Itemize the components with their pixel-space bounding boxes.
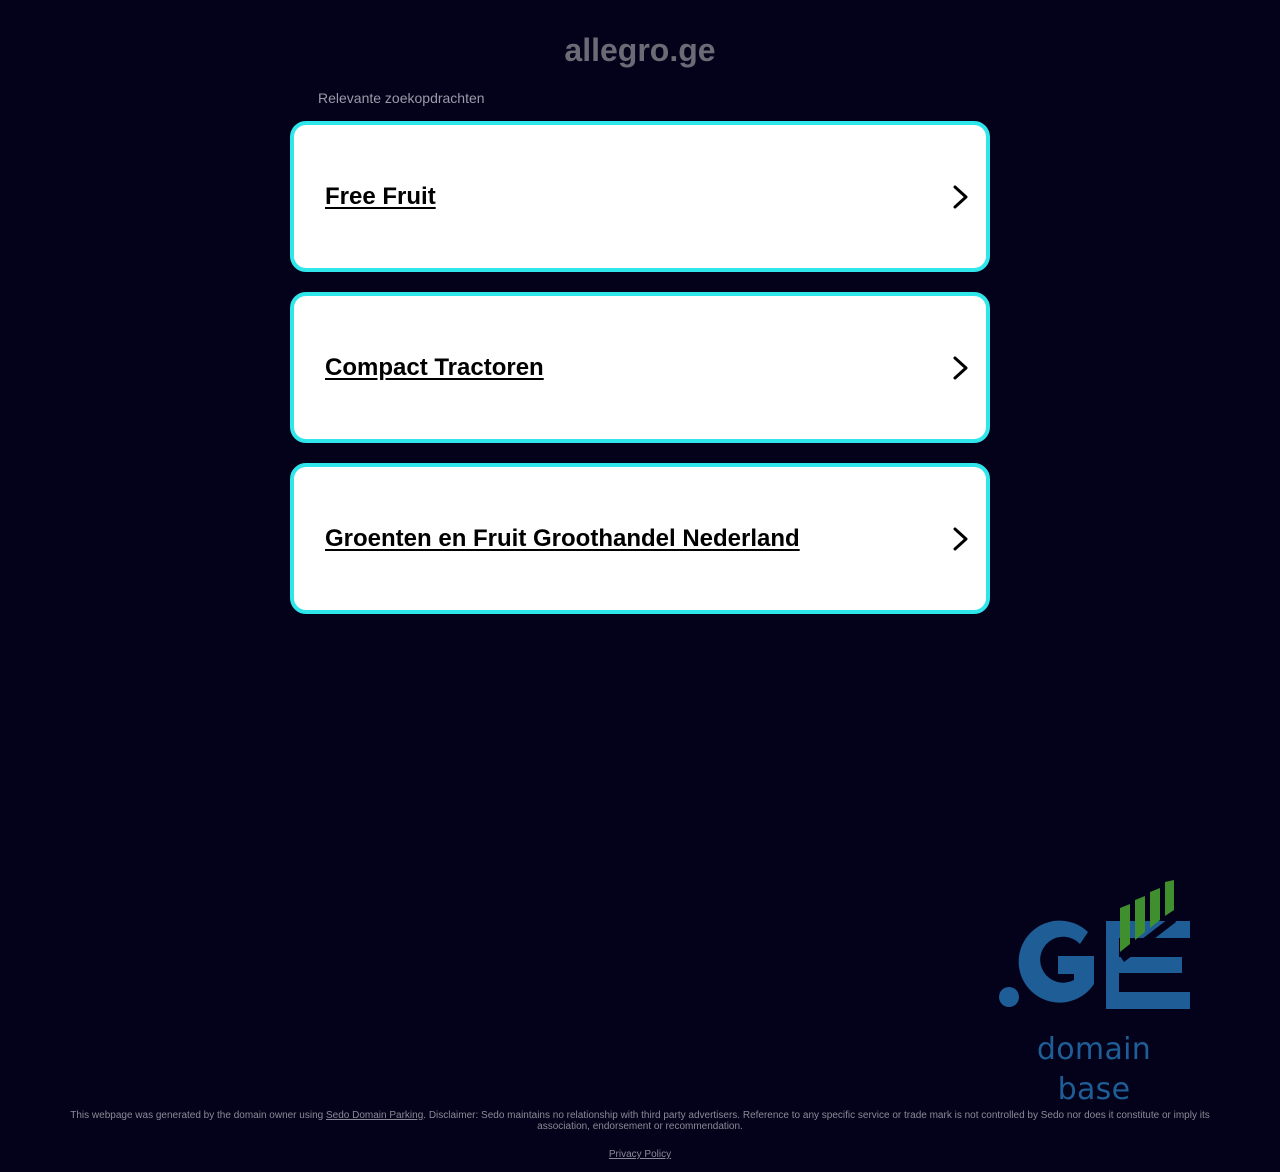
- related-link-groenten-en-fruit[interactable]: Groenten en Fruit Groothandel Nederland: [290, 463, 990, 614]
- related-link-label[interactable]: Groenten en Fruit Groothandel Nederland: [325, 525, 800, 553]
- sedo-domain-parking-link[interactable]: Sedo Domain Parking: [326, 1110, 423, 1121]
- related-link-label[interactable]: Compact Tractoren: [325, 354, 544, 382]
- logo-caption: domain base: [1036, 1032, 1152, 1107]
- privacy-policy-link[interactable]: Privacy Policy: [609, 1149, 671, 1160]
- chevron-right-icon: [953, 185, 968, 208]
- chevron-right-icon: [953, 356, 968, 379]
- related-link-label[interactable]: Free Fruit: [325, 183, 436, 211]
- related-links-list: Free Fruit Compact Tractoren Groenten en…: [290, 121, 990, 634]
- domain-title: allegro.ge: [564, 32, 716, 68]
- footer-prefix: This webpage was generated by the domain…: [70, 1110, 326, 1121]
- related-link-compact-tractoren[interactable]: Compact Tractoren: [290, 292, 990, 443]
- related-link-free-fruit[interactable]: Free Fruit: [290, 121, 990, 272]
- chevron-right-icon: [953, 527, 968, 550]
- related-searches-label: Relevante zoekopdrachten: [318, 90, 485, 106]
- footer-disclaimer-text: . Disclaimer: Sedo maintains no relation…: [423, 1110, 1210, 1132]
- parking-page: allegro.ge Relevante zoekopdrachten Free…: [0, 0, 1280, 1172]
- footer-disclaimer: This webpage was generated by the domain…: [60, 1110, 1220, 1132]
- privacy-container: Privacy Policy: [0, 1149, 1280, 1160]
